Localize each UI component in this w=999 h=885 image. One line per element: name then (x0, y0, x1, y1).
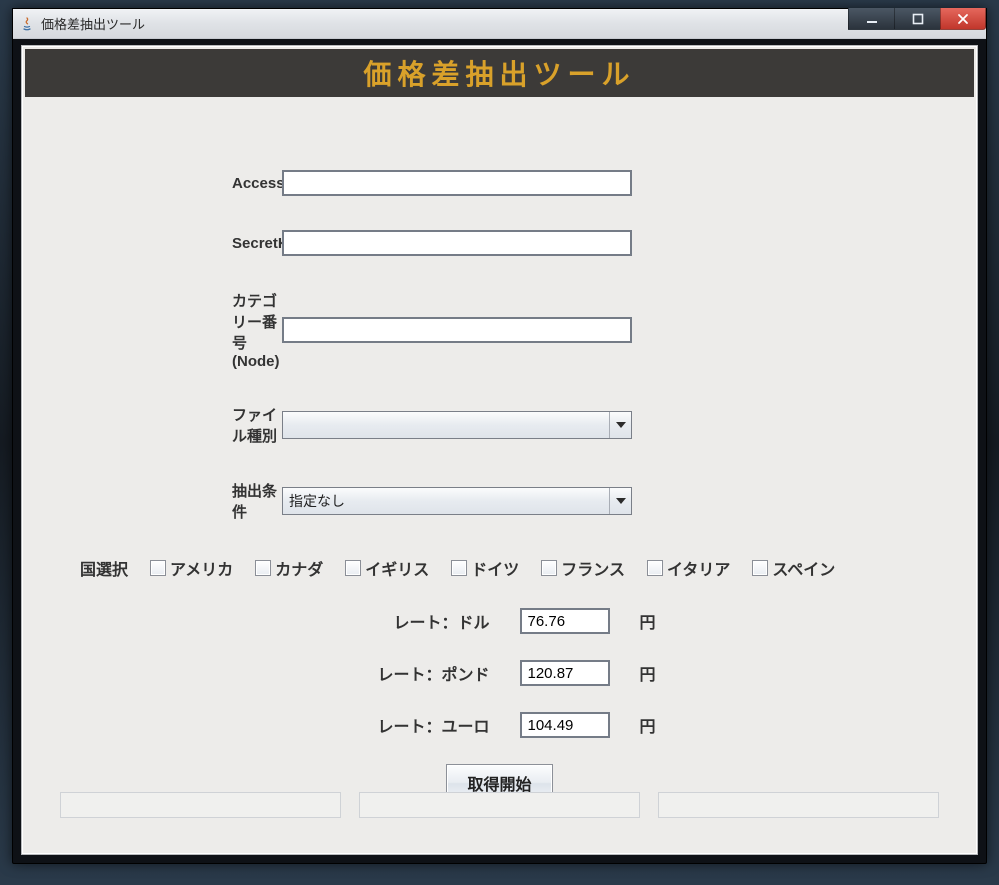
checkbox-label: アメリカ (170, 556, 233, 580)
label-access-key: AccessKeyId (62, 175, 282, 192)
country-row: 国選択 アメリカ カナダ イギリス ドイツ フランス イタリア スペイン (62, 556, 937, 580)
checkbox-label: ドイツ (471, 556, 519, 580)
checkbox-label: イギリス (365, 556, 429, 580)
suffix-yen: 円 (640, 609, 680, 633)
chevron-down-icon (609, 488, 631, 514)
app-banner: 価格差抽出ツール (25, 49, 974, 97)
form: AccessKeyId SecretKey カテゴリー番号(Node) ファイル… (22, 100, 977, 802)
label-country: 国選択 (80, 556, 128, 580)
chevron-down-icon (609, 412, 631, 438)
checkbox-uk[interactable] (345, 560, 361, 576)
close-button[interactable] (940, 8, 986, 30)
status-box-middle (359, 792, 640, 818)
checkbox-label: カナダ (275, 556, 323, 580)
checkbox-america[interactable] (150, 560, 166, 576)
input-access-key[interactable] (282, 170, 632, 196)
status-box-left (60, 792, 341, 818)
label-file-type: ファイル種別 (62, 404, 282, 446)
suffix-yen: 円 (640, 713, 680, 737)
checkbox-france[interactable] (541, 560, 557, 576)
checkbox-canada[interactable] (255, 560, 271, 576)
combo-filter-value: 指定なし (283, 491, 609, 511)
checkbox-spain[interactable] (752, 560, 768, 576)
banner-title: 価格差抽出ツール (363, 53, 635, 93)
label-filter: 抽出条件 (62, 480, 282, 522)
status-box-right (658, 792, 939, 818)
minimize-button[interactable] (848, 8, 894, 30)
input-rate-pound[interactable] (520, 660, 610, 686)
titlebar[interactable]: 価格差抽出ツール (13, 9, 986, 39)
checkbox-label: フランス (561, 556, 625, 580)
client-area: 価格差抽出ツール AccessKeyId SecretKey カテゴリー番号(N… (21, 45, 978, 855)
input-secret-key[interactable] (282, 230, 632, 256)
java-icon (19, 16, 35, 32)
input-rate-dollar[interactable] (520, 608, 610, 634)
label-category-node: カテゴリー番号(Node) (62, 290, 282, 370)
input-category-node[interactable] (282, 317, 632, 343)
combo-filter[interactable]: 指定なし (282, 487, 632, 515)
status-bar (60, 792, 939, 818)
checkbox-germany[interactable] (451, 560, 467, 576)
label-secret-key: SecretKey (62, 235, 282, 252)
combo-file-type[interactable] (282, 411, 632, 439)
window-title: 価格差抽出ツール (41, 14, 145, 33)
checkbox-label: イタリア (667, 556, 730, 580)
input-rate-euro[interactable] (520, 712, 610, 738)
label-rate-dollar: レート：ドル (320, 609, 490, 633)
suffix-yen: 円 (640, 661, 680, 685)
window-controls (848, 8, 986, 30)
label-rate-euro: レート：ユーロ (320, 713, 490, 737)
checkbox-italy[interactable] (647, 560, 663, 576)
label-rate-pound: レート：ポンド (320, 661, 490, 685)
app-window: 価格差抽出ツール 価格差抽出ツール AccessKeyId SecretKey (12, 8, 987, 864)
checkbox-label: スペイン (772, 556, 835, 580)
maximize-button[interactable] (894, 8, 940, 30)
